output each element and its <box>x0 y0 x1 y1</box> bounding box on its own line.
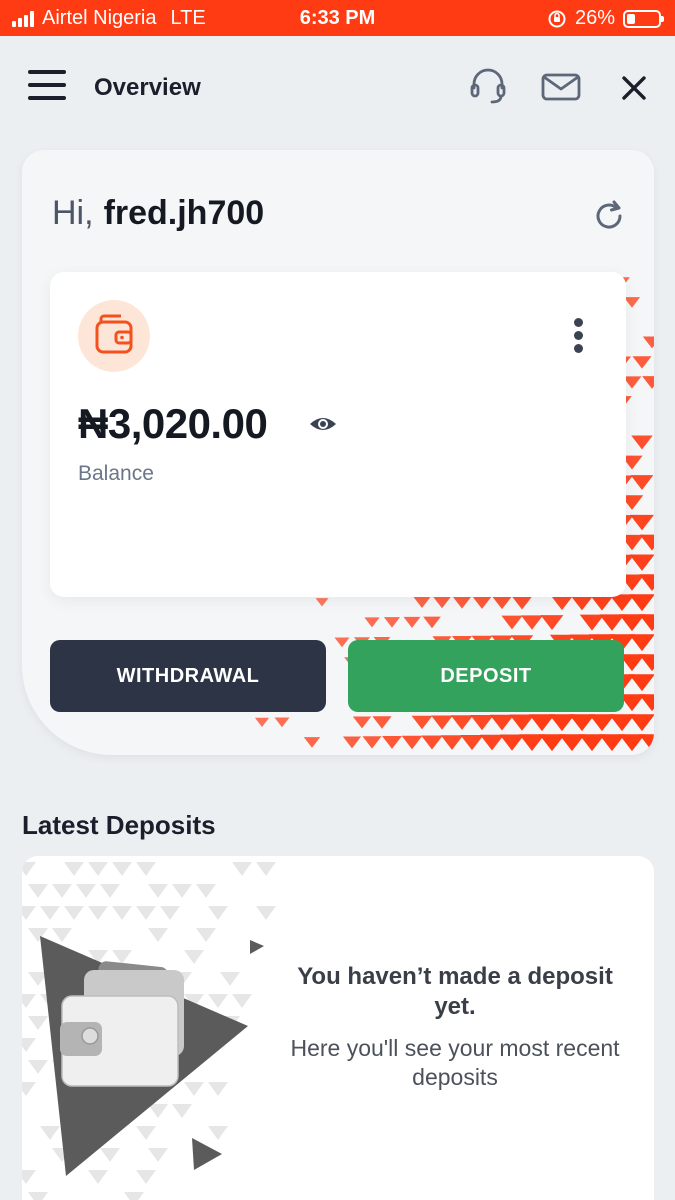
balance-card: ₦3,020.00 Balance <box>50 272 626 597</box>
status-right: 26% <box>547 7 664 30</box>
deposit-button[interactable]: DEPOSIT <box>348 640 624 712</box>
greeting: Hi, fred.jh700 <box>52 194 264 233</box>
battery-percent: 26% <box>574 7 615 29</box>
balance-amount: ₦3,020.00 <box>78 400 268 447</box>
wallet-icon-badge <box>78 300 150 372</box>
overview-card: Hi, fred.jh700 ₦3,020.00 Balance WITHDRAW… <box>22 150 654 755</box>
more-options-icon[interactable] <box>570 318 586 358</box>
refresh-icon[interactable] <box>592 198 628 234</box>
status-bar: Airtel Nigeria LTE 6:33 PM 26% <box>0 0 675 36</box>
eye-icon[interactable] <box>308 412 338 436</box>
top-nav: Overview <box>0 36 675 140</box>
latest-deposits-title: Latest Deposits <box>22 810 216 840</box>
headset-icon[interactable] <box>468 66 508 106</box>
greeting-hi: Hi, <box>52 194 94 232</box>
battery-icon <box>623 9 664 28</box>
latest-deposits-card: You haven’t made a deposit yet. Here you… <box>22 856 654 1200</box>
mail-icon[interactable] <box>540 66 582 106</box>
empty-deposits-subtitle: Here you'll see your most recent deposit… <box>290 1035 620 1090</box>
wallet-icon <box>95 314 133 354</box>
balance-label: Balance <box>78 462 154 485</box>
close-icon[interactable] <box>616 66 652 106</box>
rotation-lock-icon <box>548 10 566 27</box>
withdrawal-button[interactable]: WITHDRAWAL <box>50 640 326 712</box>
username: fred.jh700 <box>103 194 265 232</box>
menu-icon[interactable] <box>28 70 66 100</box>
empty-wallet-illustration <box>22 862 276 1200</box>
empty-deposits-title: You haven’t made a deposit yet. <box>297 963 613 1020</box>
page-title: Overview <box>94 74 201 101</box>
